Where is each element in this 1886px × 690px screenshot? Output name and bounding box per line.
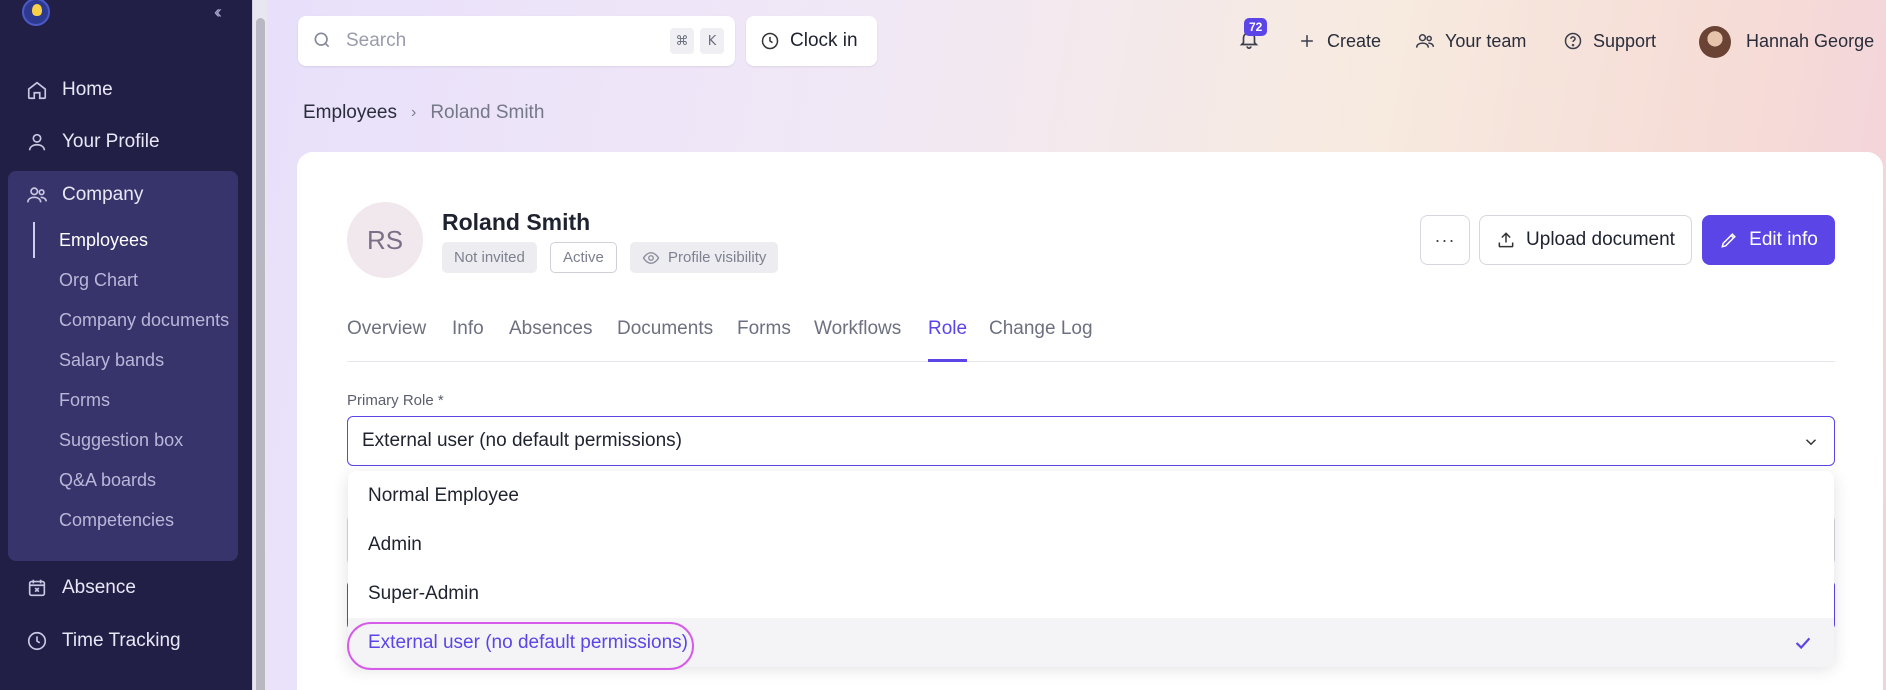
tab-change-log[interactable]: Change Log (989, 318, 1093, 362)
support-label: Support (1593, 30, 1657, 51)
sidebar-subitem-company-documents[interactable]: Company documents (59, 310, 229, 331)
status-badge-not-invited: Not invited (442, 242, 537, 273)
sidebar-subitem-org-chart[interactable]: Org Chart (59, 270, 138, 291)
support-button[interactable]: Support (1563, 28, 1656, 54)
sidebar-item-home[interactable]: Home (26, 75, 113, 105)
status-badge-active: Active (550, 242, 617, 273)
primary-role-value: External user (no default permissions) (362, 430, 682, 451)
upload-document-button[interactable]: Upload document (1479, 215, 1692, 265)
tab-info[interactable]: Info (452, 318, 484, 362)
employee-name: Roland Smith (442, 209, 591, 235)
user-avatar[interactable] (1699, 26, 1731, 58)
plus-icon (1301, 35, 1313, 47)
search-icon (314, 32, 330, 48)
check-icon (1795, 637, 1811, 650)
tab-role[interactable]: Role (928, 318, 968, 362)
clock-in-button[interactable]: Clock in (746, 16, 877, 66)
pencil-icon (1721, 233, 1737, 248)
app-logo[interactable] (22, 0, 50, 26)
sidebar-item-absence[interactable]: Absence (26, 573, 136, 603)
notification-count-badge: 72 (1244, 18, 1268, 36)
edit-info-label: Edit info (1749, 229, 1818, 250)
people-icon (27, 187, 47, 203)
user-icon (28, 133, 46, 151)
sidebar-item-company[interactable]: Company (26, 180, 143, 210)
sidebar-scrollbar[interactable] (252, 0, 267, 690)
user-menu[interactable]: Hannah George (1746, 28, 1874, 54)
user-name: Hannah George (1746, 30, 1875, 51)
sidebar-item-label: Absence (62, 577, 136, 598)
upload-document-label: Upload document (1526, 229, 1675, 250)
chevron-right-icon: › (411, 104, 417, 121)
search-bar[interactable]: ⌘ K (298, 16, 735, 66)
tab-documents[interactable]: Documents (617, 318, 713, 362)
shortcut-key-cmd: ⌘ (670, 28, 694, 54)
your-team-button[interactable]: Your team (1415, 28, 1526, 54)
more-options-button[interactable]: ··· (1420, 215, 1470, 265)
chevron-down-icon (1805, 439, 1817, 446)
sidebar-subitem-salary-bands[interactable]: Salary bands (59, 350, 164, 371)
role-option-label: Super-Admin (368, 582, 479, 604)
tab-overview[interactable]: Overview (347, 318, 426, 362)
employee-avatar: RS (347, 202, 423, 278)
calendar-x-icon (28, 579, 46, 597)
profile-visibility-label: Profile visibility (668, 249, 767, 266)
role-option-label: Admin (368, 533, 422, 555)
role-option-super-admin[interactable]: Super-Admin (348, 569, 1834, 618)
clock-icon (761, 32, 779, 50)
collapse-sidebar-icon[interactable]: ‹‹ (214, 2, 222, 23)
sidebar-subitem-qa-boards[interactable]: Q&A boards (59, 470, 156, 491)
tab-absences[interactable]: Absences (509, 318, 592, 362)
sidebar-item-label: Company (62, 184, 144, 205)
role-option-admin[interactable]: Admin (348, 520, 1834, 569)
your-team-label: Your team (1445, 30, 1527, 51)
create-label: Create (1327, 30, 1382, 51)
profile-visibility-button[interactable]: Profile visibility (630, 242, 779, 273)
breadcrumb-current: Roland Smith (430, 102, 545, 123)
sidebar-item-label: Home (62, 79, 113, 100)
tab-forms[interactable]: Forms (737, 318, 791, 362)
sidebar-subitem-competencies[interactable]: Competencies (59, 510, 174, 531)
primary-role-select[interactable]: External user (no default permissions) (347, 416, 1835, 466)
clock-in-label: Clock in (790, 30, 858, 51)
role-option-label: Normal Employee (368, 484, 519, 506)
sidebar-subitem-suggestion-box[interactable]: Suggestion box (59, 430, 183, 451)
edit-info-button[interactable]: Edit info (1702, 215, 1835, 265)
tab-workflows[interactable]: Workflows (814, 318, 901, 362)
sidebar-item-time-tracking[interactable]: Time Tracking (26, 626, 181, 656)
profile-tabs: Overview Info Absences Documents Forms W… (347, 318, 1835, 362)
eye-icon (642, 251, 660, 264)
create-button[interactable]: Create (1297, 28, 1381, 54)
primary-role-label: Primary Role * (347, 392, 444, 409)
selection-highlight-ring (347, 622, 694, 670)
sidebar-subitem-employees[interactable]: Employees (59, 230, 148, 251)
sidebar-item-label: Time Tracking (62, 630, 181, 651)
team-icon (1415, 34, 1435, 48)
sidebar-item-your-profile[interactable]: Your Profile (26, 127, 160, 157)
sidebar-item-label: Your Profile (62, 131, 160, 152)
role-option-normal-employee[interactable]: Normal Employee (348, 471, 1834, 520)
help-circle-icon (1564, 32, 1582, 50)
clock-icon (27, 631, 47, 651)
breadcrumb: Employees › Roland Smith (303, 102, 544, 124)
upload-icon (1498, 232, 1514, 248)
breadcrumb-employees-link[interactable]: Employees (303, 102, 397, 124)
sidebar: ‹‹ Home Your Profile Company Employees O… (0, 0, 252, 690)
search-input[interactable] (346, 28, 646, 54)
sidebar-subitem-forms[interactable]: Forms (59, 390, 110, 411)
shortcut-key-k: K (700, 28, 724, 54)
home-icon (27, 81, 47, 100)
